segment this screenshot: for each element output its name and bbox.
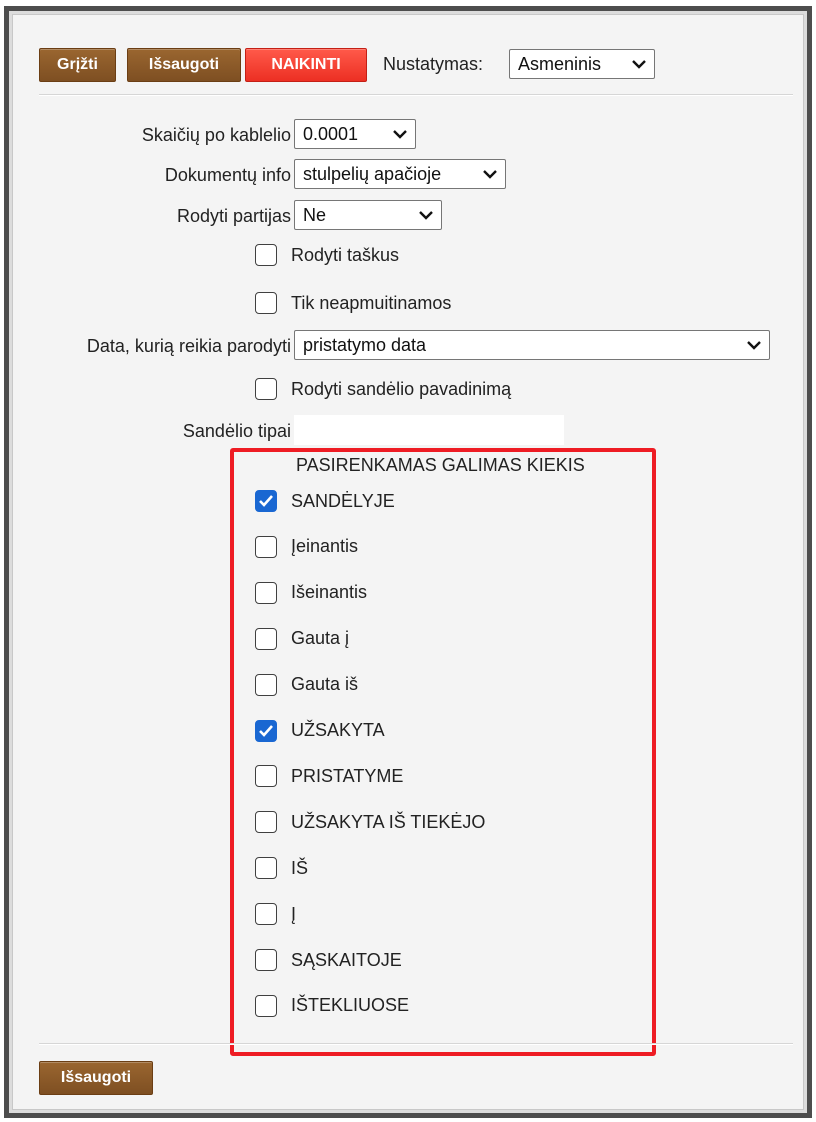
batches-select[interactable]: Ne [294, 200, 442, 230]
quantity-option-label: IŠ [291, 857, 309, 878]
warehouse-name-row[interactable]: Rodyti sandėlio pavadinimą [255, 378, 511, 400]
quantity-option-checkbox[interactable] [255, 673, 277, 696]
quantity-option-row[interactable]: PRISTATYME [255, 765, 404, 788]
customs-label: Tik neapmuitinamos [291, 292, 452, 313]
quantity-option-checkbox[interactable] [255, 857, 277, 880]
date-label: Data, kurią reikia parodyti [86, 336, 291, 356]
quantity-option-checkbox[interactable] [255, 627, 277, 650]
quantity-option-row[interactable]: IŠTEKLIUOSE [255, 994, 410, 1017]
settings-select[interactable]: Asmeninis [509, 49, 655, 79]
show-dots-row[interactable]: Rodyti taškus [255, 244, 399, 266]
docinfo-label: Dokumentų info [164, 165, 291, 185]
checkmark-icon [259, 724, 273, 737]
quantity-option-checkbox[interactable] [255, 719, 277, 742]
quantity-option-label: SĄSKAITOJE [291, 949, 402, 970]
delete-button[interactable]: NAIKINTI [245, 48, 367, 82]
bottom-divider [39, 1043, 793, 1045]
settings-panel: Grįžti Išsaugoti NAIKINTI Nustatymas: As… [12, 14, 804, 1110]
quantity-option-checkbox[interactable] [255, 811, 277, 834]
date-select-value: pristatymo data [303, 334, 427, 355]
docinfo-select-value: stulpelių apačioje [303, 163, 442, 184]
quantity-option-checkbox[interactable] [255, 994, 277, 1017]
quantity-option-label: IŠTEKLIUOSE [291, 995, 410, 1016]
batches-select-value: Ne [303, 204, 327, 225]
quantity-option-row[interactable]: Įeinantis [255, 535, 359, 558]
back-button[interactable]: Grįžti [39, 48, 116, 82]
quantity-option-row[interactable]: Gauta į [255, 627, 350, 650]
top-divider [39, 94, 793, 96]
footer-save-button[interactable]: Išsaugoti [39, 1061, 153, 1095]
chevron-down-icon [411, 200, 441, 230]
quantity-option-label: Gauta į [291, 628, 350, 649]
window-frame: Grįžti Išsaugoti NAIKINTI Nustatymas: As… [4, 6, 812, 1118]
chevron-down-icon [475, 159, 505, 189]
quantity-option-checkbox[interactable] [255, 903, 277, 926]
show-dots-checkbox[interactable] [255, 244, 277, 266]
docinfo-select[interactable]: stulpelių apačioje [294, 159, 506, 189]
chevron-down-icon [624, 49, 654, 79]
chevron-down-icon [739, 330, 769, 360]
checkmark-icon [259, 495, 273, 507]
quantity-option-label: Į [291, 903, 297, 924]
warehouse-types-label: Sandėlio tipai [182, 421, 291, 441]
quantity-option-label: UŽSAKYTA IŠ TIEKĖJO [291, 811, 486, 832]
quantity-option-row[interactable]: Išeinantis [255, 581, 368, 604]
quantity-option-row[interactable]: Į [255, 903, 297, 926]
quantity-option-row[interactable]: UŽSAKYTA [255, 719, 385, 742]
quantity-option-label: UŽSAKYTA [291, 720, 385, 740]
quantity-option-label: SANDĖLYJE [291, 490, 395, 511]
quantity-option-label: PRISTATYME [291, 765, 404, 786]
date-select[interactable]: pristatymo data [294, 330, 770, 360]
customs-checkbox[interactable] [255, 292, 277, 314]
warehouse-name-checkbox[interactable] [255, 378, 277, 400]
batches-label: Rodyti partijas [176, 206, 291, 226]
decimals-select[interactable]: 0.0001 [294, 119, 416, 149]
quantity-option-checkbox[interactable] [255, 490, 277, 512]
show-dots-label: Rodyti taškus [291, 244, 400, 265]
quantity-option-checkbox[interactable] [255, 581, 277, 604]
quantity-heading: PASIRENKAMAS GALIMAS KIEKIS [296, 455, 585, 475]
quantity-option-row[interactable]: Gauta iš [255, 673, 359, 696]
warehouse-types-input[interactable] [294, 415, 564, 445]
quantity-option-row[interactable]: IŠ [255, 857, 309, 880]
quantity-option-label: Įeinantis [291, 536, 359, 557]
customs-row[interactable]: Tik neapmuitinamos [255, 292, 451, 314]
quantity-option-label: Gauta iš [291, 674, 359, 695]
settings-label: Nustatymas: [383, 54, 484, 74]
decimals-select-value: 0.0001 [303, 123, 359, 144]
settings-select-value: Asmeninis [518, 53, 602, 74]
quantity-option-label: Išeinantis [291, 582, 368, 603]
quantity-option-checkbox[interactable] [255, 765, 277, 788]
chevron-down-icon [385, 119, 415, 149]
decimals-label: Skaičių po kablelio [141, 125, 291, 145]
quantity-option-row[interactable]: SANDĖLYJE [255, 490, 395, 512]
quantity-option-row[interactable]: SĄSKAITOJE [255, 949, 402, 971]
warehouse-name-label: Rodyti sandėlio pavadinimą [291, 378, 512, 399]
quantity-option-checkbox[interactable] [255, 535, 277, 558]
quantity-option-checkbox[interactable] [255, 949, 277, 971]
quantity-option-row[interactable]: UŽSAKYTA IŠ TIEKĖJO [255, 811, 486, 834]
window-inner: Grįžti Išsaugoti NAIKINTI Nustatymas: As… [9, 11, 807, 1113]
save-button[interactable]: Išsaugoti [127, 48, 241, 82]
